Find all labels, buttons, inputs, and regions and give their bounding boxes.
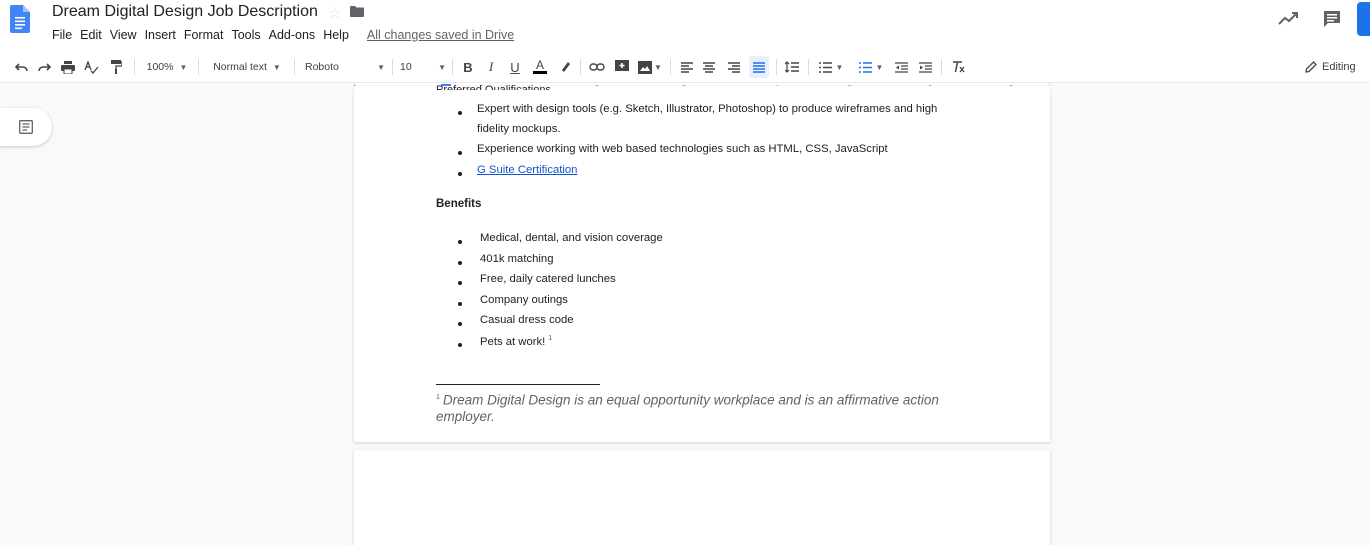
list-bullet (458, 111, 462, 115)
chevron-down-icon: ▼ (438, 62, 446, 72)
docs-logo-icon[interactable] (10, 5, 30, 33)
list-item[interactable]: Medical, dental, and vision coverage (480, 232, 663, 244)
list-bullet (458, 302, 462, 306)
document-canvas: Preferred Qualifications Expert with des… (0, 84, 1370, 545)
insert-comment-icon[interactable] (614, 54, 630, 80)
list-item[interactable]: Pets at work! 1 (480, 335, 552, 348)
numbered-list-icon[interactable]: ▼ (816, 54, 846, 80)
chevron-down-icon: ▼ (179, 62, 188, 72)
highlight-color-icon[interactable] (558, 54, 572, 80)
decrease-indent-icon[interactable] (893, 54, 909, 80)
align-left-icon[interactable] (680, 54, 694, 80)
zoom-select[interactable]: 100% ▼ (144, 54, 190, 80)
font-size-select[interactable]: 10 ▼ (400, 54, 446, 80)
menu-bar: File Edit View Insert Format Tools Add-o… (52, 28, 514, 42)
benefits-heading[interactable]: Benefits (436, 198, 481, 210)
folder-icon[interactable] (350, 6, 364, 17)
list-item[interactable]: Casual dress code (480, 314, 574, 326)
document-page-2[interactable] (354, 450, 1050, 545)
list-bullet (458, 172, 462, 176)
footnote-marker: 1 (436, 394, 440, 401)
print-icon[interactable] (60, 54, 76, 80)
align-right-icon[interactable] (727, 54, 741, 80)
footnote-text: Dream Digital Design is an equal opportu… (436, 392, 939, 424)
justify-icon[interactable] (749, 56, 769, 78)
menu-format[interactable]: Format (180, 28, 228, 42)
line-spacing-icon[interactable] (784, 54, 800, 80)
footnote-divider (436, 384, 600, 385)
redo-icon[interactable] (36, 54, 52, 80)
style-value: Normal text (213, 61, 267, 73)
menu-help[interactable]: Help (319, 28, 353, 42)
increase-indent-icon[interactable] (917, 54, 933, 80)
paint-format-icon[interactable] (108, 54, 124, 80)
bulleted-list-icon[interactable]: ▼ (856, 54, 886, 80)
list-item[interactable]: 401k matching (480, 253, 553, 265)
menu-tools[interactable]: Tools (227, 28, 264, 42)
editing-mode-button[interactable]: Editing (1305, 54, 1356, 80)
font-size-value: 10 (400, 61, 412, 73)
list-bullet (458, 261, 462, 265)
list-item[interactable]: Free, daily catered lunches (480, 273, 616, 285)
paragraph-style-select[interactable]: Normal text ▼ (208, 54, 286, 80)
insert-link-icon[interactable] (588, 54, 606, 80)
activity-dashboard-icon[interactable] (1278, 10, 1300, 26)
certification-link[interactable]: G Suite Certification (477, 164, 577, 176)
spellcheck-icon[interactable] (83, 54, 99, 80)
insert-image-icon[interactable]: ▼ (638, 54, 662, 80)
menu-file[interactable]: File (52, 28, 76, 42)
footnote-reference[interactable]: 1 (548, 335, 552, 342)
editing-mode-label: Editing (1322, 61, 1356, 73)
chevron-down-icon: ▼ (377, 62, 385, 72)
zoom-value: 100% (146, 61, 174, 73)
list-item[interactable]: Experience working with web based techno… (477, 143, 888, 155)
list-item-continuation[interactable]: fidelity mockups. (477, 123, 561, 135)
star-icon[interactable]: ☆ (328, 4, 341, 22)
share-button[interactable] (1357, 2, 1370, 36)
text-color-icon[interactable]: A (532, 54, 548, 80)
italic-icon[interactable]: I (484, 54, 498, 80)
list-bullet (458, 322, 462, 326)
document-outline-button[interactable] (0, 108, 52, 146)
footnote[interactable]: 1 Dream Digital Design is an equal opport… (436, 390, 956, 425)
list-item-text: Pets at work! (480, 335, 546, 348)
list-item[interactable]: Expert with design tools (e.g. Sketch, I… (477, 103, 937, 115)
app-header: Dream Digital Design Job Description ☆ F… (0, 0, 1370, 52)
document-page[interactable]: Preferred Qualifications Expert with des… (354, 84, 1050, 442)
menu-addons[interactable]: Add-ons (265, 28, 320, 42)
menu-edit[interactable]: Edit (76, 28, 106, 42)
chevron-down-icon: ▼ (272, 62, 281, 72)
font-value: Roboto (305, 61, 339, 73)
menu-insert[interactable]: Insert (141, 28, 180, 42)
menu-view[interactable]: View (106, 28, 141, 42)
list-bullet (458, 343, 462, 347)
underline-icon[interactable]: U (508, 54, 522, 80)
list-bullet (458, 240, 462, 244)
clipped-heading: Preferred Qualifications (436, 84, 551, 90)
bold-icon[interactable]: B (461, 54, 475, 80)
outline-icon (19, 120, 33, 134)
list-bullet (458, 281, 462, 285)
font-select[interactable]: Roboto ▼ (305, 54, 385, 80)
comments-icon[interactable] (1323, 10, 1341, 28)
align-center-icon[interactable] (702, 54, 716, 80)
save-status-link[interactable]: All changes saved in Drive (367, 28, 514, 42)
list-item[interactable]: Company outings (480, 294, 568, 306)
clear-formatting-icon[interactable] (950, 54, 966, 80)
undo-icon[interactable] (14, 54, 30, 80)
list-bullet (458, 151, 462, 155)
document-title[interactable]: Dream Digital Design Job Description (52, 3, 318, 21)
pencil-icon (1305, 61, 1317, 73)
formatting-toolbar: 100% ▼ Normal text ▼ Roboto ▼ 10 ▼ B I U A ▼ (0, 54, 1370, 80)
